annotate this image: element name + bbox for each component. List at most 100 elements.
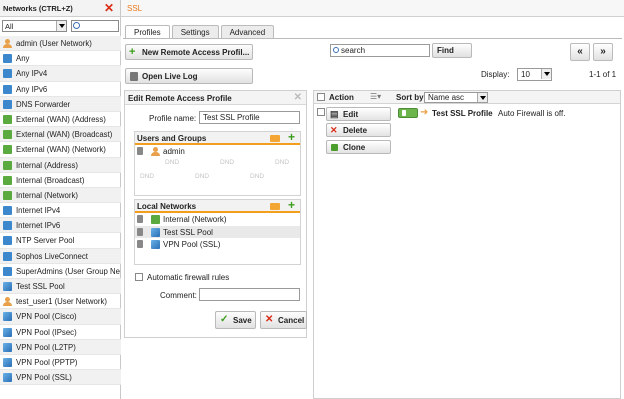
sort-by-select[interactable]: Name asc: [424, 92, 488, 103]
network-list-item[interactable]: SuperAdmins (User Group Ne: [0, 264, 121, 279]
network-icon: [3, 175, 12, 185]
next-page-button[interactable]: »: [593, 43, 613, 61]
network-icon: [3, 84, 12, 94]
network-icon: [3, 130, 12, 140]
local-networks-title: Local Networks: [137, 202, 197, 211]
folder-icon[interactable]: [270, 203, 280, 210]
folder-icon[interactable]: [270, 135, 280, 142]
local-networks-header: Local Networks +: [135, 199, 300, 213]
new-remote-access-profile-button[interactable]: + New Remote Access Profil...: [125, 44, 253, 60]
open-live-log-button[interactable]: Open Live Log: [125, 68, 253, 84]
network-list-item-label: test_user1 (User Network): [16, 297, 107, 307]
tab-advanced[interactable]: Advanced: [220, 25, 275, 38]
trash-icon[interactable]: [137, 240, 143, 248]
status-toggle[interactable]: [398, 108, 418, 118]
network-list-item-label: DNS Forwarder: [16, 99, 71, 109]
save-label: Save: [233, 316, 252, 325]
networks-type-select[interactable]: All: [2, 20, 67, 32]
network-list-item[interactable]: VPN Pool (Cisco): [0, 309, 121, 325]
network-icon: [3, 221, 12, 231]
find-button[interactable]: Find: [432, 43, 472, 58]
network-list-item[interactable]: Internet IPv4: [0, 203, 121, 219]
auto-firewall-checkbox[interactable]: [135, 273, 143, 281]
profile-name[interactable]: Test SSL Profile: [432, 109, 493, 118]
network-list-item[interactable]: Any IPv6: [0, 82, 121, 97]
network-list-item[interactable]: test_user1 (User Network): [0, 294, 121, 310]
edit-profile-header: Edit Remote Access Profile ✕: [125, 91, 306, 105]
trash-icon[interactable]: [137, 227, 143, 236]
network-list-item[interactable]: External (WAN) (Network): [0, 142, 121, 158]
delete-icon: ✕: [330, 125, 338, 135]
clone-button[interactable]: Clone: [326, 140, 391, 154]
trash-icon[interactable]: [137, 215, 143, 223]
network-list-item[interactable]: VPN Pool (SSL): [0, 370, 121, 386]
save-button[interactable]: ✓ Save: [215, 311, 256, 329]
clone-icon: [331, 144, 338, 151]
action-header: Action: [329, 93, 354, 102]
network-list-item[interactable]: DNS Forwarder: [0, 96, 121, 112]
close-icon[interactable]: ✕: [294, 92, 302, 103]
network-list-item[interactable]: Internal (Address): [0, 157, 121, 173]
edit-label: Edit: [343, 110, 359, 119]
search-placeholder: search: [341, 46, 366, 55]
network-icon: [3, 251, 12, 261]
profile-name-value: Test SSL Profile: [203, 113, 260, 122]
network-list-item[interactable]: Any IPv4: [0, 66, 121, 82]
drop-zone-label: DND: [165, 159, 180, 166]
select-all-checkbox[interactable]: [317, 93, 325, 101]
tab-profiles[interactable]: Profiles: [125, 25, 170, 39]
network-list-item[interactable]: VPN Pool (IPsec): [0, 325, 121, 340]
network-list-item[interactable]: Internet IPv6: [0, 218, 121, 234]
network-row: Test SSL Pool: [135, 225, 300, 238]
close-icon[interactable]: ✕: [104, 1, 114, 15]
network-list-item[interactable]: NTP Server Pool: [0, 233, 121, 249]
delete-button[interactable]: ✕ Delete: [326, 123, 391, 137]
tab-settings[interactable]: Settings: [171, 25, 219, 38]
network-list-item-label: Sophos LiveConnect: [16, 251, 88, 261]
check-icon: ✓: [220, 314, 229, 325]
search-input[interactable]: search: [330, 44, 430, 57]
networks-panel-title: Networks (CTRL+Z): [3, 4, 73, 13]
chevron-down-icon[interactable]: [541, 69, 551, 79]
network-list-item[interactable]: VPN Pool (PPTP): [0, 355, 121, 371]
network-list-item[interactable]: Internal (Broadcast): [0, 173, 121, 188]
trash-icon[interactable]: [137, 147, 143, 155]
network-icon: [3, 266, 12, 276]
network-list-item-label: NTP Server Pool: [16, 236, 75, 246]
add-icon[interactable]: +: [288, 199, 295, 212]
network-list-item[interactable]: VPN Pool (L2TP): [0, 339, 121, 355]
network-list-item[interactable]: Sophos LiveConnect: [0, 248, 121, 264]
previous-page-button[interactable]: «: [570, 43, 590, 61]
comment-field[interactable]: [199, 288, 300, 301]
auto-firewall-label: Automatic firewall rules: [147, 273, 230, 282]
network-list-item[interactable]: External (WAN) (Address): [0, 112, 121, 128]
network-list-item-label: VPN Pool (PPTP): [16, 357, 78, 367]
network-icon: [3, 145, 12, 155]
network-row: Internal (Network): [135, 213, 300, 226]
network-list-item[interactable]: Test SSL Pool: [0, 279, 121, 295]
cancel-button[interactable]: ✕ Cancel: [260, 311, 307, 329]
row-checkbox[interactable]: [317, 108, 325, 116]
network-list-item-label: External (WAN) (Network): [16, 145, 106, 155]
open-live-log-label: Open Live Log: [142, 72, 198, 81]
chevron-down-icon[interactable]: [477, 93, 487, 102]
chevron-down-icon[interactable]: [56, 21, 66, 31]
network-list-item-label: Any IPv6: [16, 84, 48, 94]
network-list-item[interactable]: External (WAN) (Broadcast): [0, 127, 121, 143]
networks-search-input[interactable]: [71, 20, 119, 32]
network-list-item[interactable]: admin (User Network): [0, 36, 121, 52]
network-list-item[interactable]: Internal (Network): [0, 187, 121, 204]
column-options-icon[interactable]: ☰▾: [370, 92, 381, 101]
cancel-label: Cancel: [278, 316, 305, 325]
profile-name-field[interactable]: Test SSL Profile: [199, 111, 300, 124]
network-name: Internal (Network): [163, 215, 227, 224]
tab-bar: Profiles Settings Advanced: [125, 25, 276, 39]
add-icon[interactable]: +: [288, 131, 295, 144]
network-list-item-label: External (WAN) (Broadcast): [16, 130, 113, 140]
profile-name-label: Profile name:: [149, 114, 197, 123]
display-count-select[interactable]: 10: [517, 68, 552, 81]
network-icon: [3, 99, 12, 109]
network-list-item[interactable]: Any: [0, 51, 121, 67]
edit-button[interactable]: ▤ Edit: [326, 107, 391, 121]
network-list-item-label: VPN Pool (IPsec): [16, 327, 77, 337]
